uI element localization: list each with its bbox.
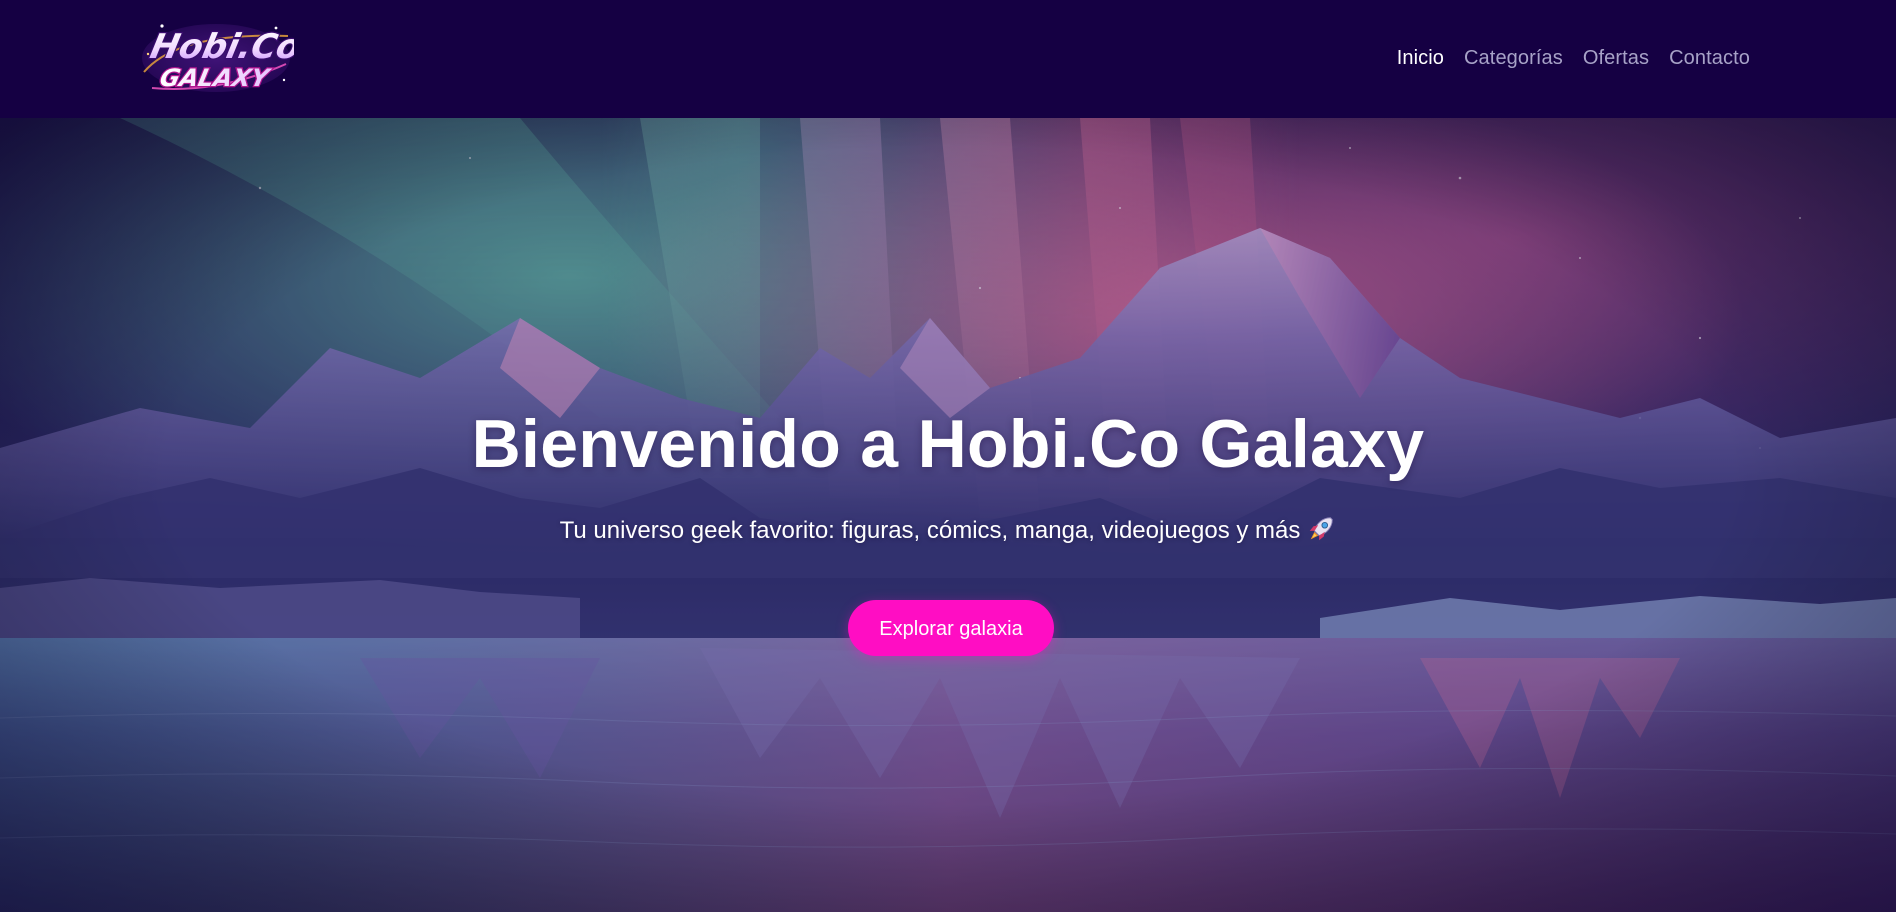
nav-link-categorias[interactable]: Categorías [1464,44,1563,72]
navbar: Hobi.Co GALAXY Inicio Categorías Ofertas… [0,0,1896,118]
rocket-icon [1310,517,1334,541]
hero-content: Bienvenido a Hobi.Co Galaxy Tu universo … [0,118,1896,912]
logo-line2: GALAXY [157,63,273,92]
hero-subtitle-text: Tu universo geek favorito: figuras, cómi… [559,517,1301,544]
logo-emblem: Hobi.Co GALAXY [142,24,294,93]
nav-link-inicio[interactable]: Inicio [1397,44,1444,72]
explore-galaxy-button[interactable]: Explorar galaxia [848,600,1054,656]
hero-section: Bienvenido a Hobi.Co Galaxy Tu universo … [0,118,1896,912]
logo-line1: Hobi.Co [147,27,294,67]
hero-subtitle: Tu universo geek favorito: figuras, cómi… [0,514,1896,546]
brand-logo[interactable]: Hobi.Co GALAXY [138,14,294,100]
nav-link-ofertas[interactable]: Ofertas [1583,44,1649,72]
hero-title: Bienvenido a Hobi.Co Galaxy [471,406,1425,482]
main-nav: Inicio Categorías Ofertas Contacto [1397,44,1750,72]
nav-link-contacto[interactable]: Contacto [1669,44,1750,72]
